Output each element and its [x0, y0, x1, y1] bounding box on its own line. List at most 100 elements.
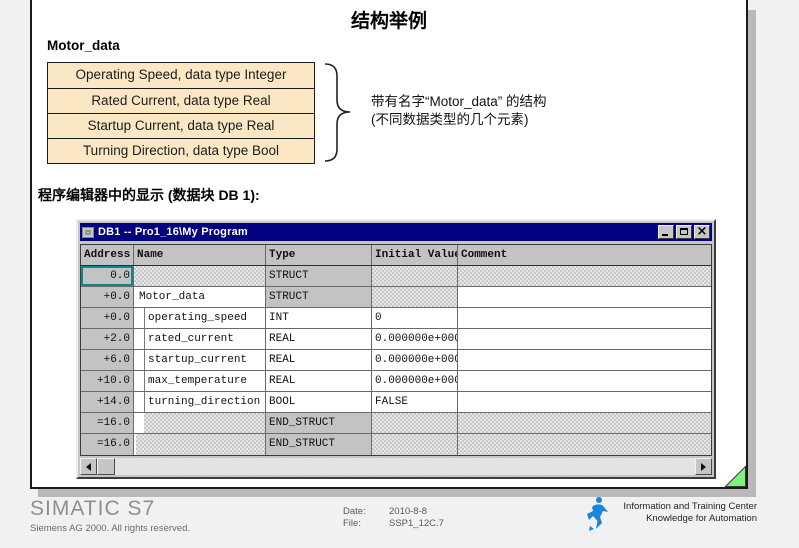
- address-cell[interactable]: 0.0: [81, 266, 134, 286]
- file-value: SSP1_12C.7: [389, 518, 444, 530]
- initial-value-cell[interactable]: 0.000000e+000: [372, 371, 458, 391]
- date-value: 2010-8-8: [389, 506, 427, 518]
- column-header-address: Address: [81, 245, 134, 265]
- initial-value-cell[interactable]: [372, 266, 458, 286]
- db-table: AddressNameTypeInitial ValueComment0.0ST…: [80, 244, 712, 456]
- annotation-line-1: 带有名字“Motor_data” 的结构: [371, 93, 547, 111]
- initial-value-cell[interactable]: 0: [372, 308, 458, 328]
- type-cell[interactable]: REAL: [266, 371, 372, 391]
- name-cell[interactable]: rated_current: [134, 329, 266, 349]
- date-label: Date:: [343, 506, 389, 518]
- org-line-1: Information and Training Center: [623, 501, 757, 513]
- name-cell[interactable]: max_temperature: [134, 371, 266, 391]
- name-cell[interactable]: Motor_data: [134, 287, 266, 307]
- column-header-initial-value: Initial Value: [372, 245, 458, 265]
- type-cell[interactable]: END_STRUCT: [266, 434, 372, 455]
- comment-cell[interactable]: [458, 434, 711, 455]
- comment-cell[interactable]: [458, 371, 711, 391]
- type-cell[interactable]: REAL: [266, 350, 372, 370]
- type-cell[interactable]: STRUCT: [266, 287, 372, 307]
- copyright-text: Siemens AG 2000. All rights reserved.: [30, 523, 190, 534]
- window-titlebar[interactable]: DB1 -- Pro1_16\My Program: [80, 223, 712, 241]
- org-text: Information and Training Center Knowledg…: [623, 501, 757, 524]
- type-cell[interactable]: BOOL: [266, 392, 372, 412]
- date-file-block: Date: 2010-8-8 File: SSP1_12C.7: [343, 506, 444, 529]
- address-cell[interactable]: =16.0: [81, 434, 134, 455]
- slide: 结构举例 Motor_data Operating Speed, data ty…: [30, 0, 748, 489]
- table-row[interactable]: =16.0 END_STRUCT: [81, 434, 711, 455]
- name-cell[interactable]: [134, 266, 266, 286]
- initial-value-cell[interactable]: FALSE: [372, 392, 458, 412]
- table-row[interactable]: +14.0turning_directionBOOLFALSE: [81, 392, 711, 413]
- close-icon[interactable]: [694, 225, 710, 239]
- name-cell[interactable]: operating_speed: [134, 308, 266, 328]
- address-cell[interactable]: =16.0: [81, 413, 134, 433]
- comment-cell[interactable]: [458, 266, 711, 286]
- table-row[interactable]: +10.0max_temperatureREAL0.000000e+000: [81, 371, 711, 392]
- comment-cell[interactable]: [458, 392, 711, 412]
- slide-corner-fold: [725, 466, 746, 487]
- scrollbar-thumb[interactable]: [97, 458, 115, 475]
- db-editor-window: DB1 -- Pro1_16\My Program AddressNameTyp…: [76, 219, 716, 479]
- struct-element-0: Operating Speed, data type Integer: [48, 63, 314, 88]
- struct-box: Operating Speed, data type IntegerRated …: [47, 62, 315, 164]
- table-row[interactable]: +2.0rated_currentREAL0.000000e+000: [81, 329, 711, 350]
- address-cell[interactable]: +2.0: [81, 329, 134, 349]
- type-cell[interactable]: END_STRUCT: [266, 413, 372, 433]
- comment-cell[interactable]: [458, 308, 711, 328]
- struct-name-label: Motor_data: [47, 38, 120, 53]
- annotation-line-2: (不同数据类型的几个元素): [371, 111, 547, 129]
- comment-cell[interactable]: [458, 350, 711, 370]
- table-row[interactable]: 0.0 STRUCT: [81, 266, 711, 287]
- product-name: SIMATIC S7: [30, 497, 155, 521]
- slide-title: 结构举例: [32, 6, 746, 33]
- window-title: DB1 -- Pro1_16\My Program: [98, 226, 656, 238]
- initial-value-cell[interactable]: [372, 434, 458, 455]
- comment-cell[interactable]: [458, 413, 711, 433]
- table-row[interactable]: =16.0 END_STRUCT: [81, 413, 711, 434]
- scroll-right-icon[interactable]: [695, 458, 712, 475]
- column-header-comment: Comment: [458, 245, 711, 265]
- struct-element-2: Startup Current, data type Real: [48, 113, 314, 138]
- initial-value-cell[interactable]: 0.000000e+000: [372, 329, 458, 349]
- struct-element-3: Turning Direction, data type Bool: [48, 138, 314, 163]
- name-cell[interactable]: [134, 434, 266, 455]
- table-row[interactable]: +0.0operating_speedINT0: [81, 308, 711, 329]
- hatch-pattern: [134, 266, 265, 286]
- db-block-icon: [82, 227, 94, 238]
- comment-cell[interactable]: [458, 329, 711, 349]
- column-header-type: Type: [266, 245, 372, 265]
- org-line-2: Knowledge for Automation: [623, 513, 757, 525]
- name-cell[interactable]: startup_current: [134, 350, 266, 370]
- column-header-name: Name: [134, 245, 266, 265]
- type-cell[interactable]: INT: [266, 308, 372, 328]
- address-cell[interactable]: +14.0: [81, 392, 134, 412]
- address-cell[interactable]: +0.0: [81, 287, 134, 307]
- minimize-icon[interactable]: [658, 225, 674, 239]
- type-cell[interactable]: STRUCT: [266, 266, 372, 286]
- comment-cell[interactable]: [458, 287, 711, 307]
- table-row[interactable]: +0.0Motor_dataSTRUCT: [81, 287, 711, 308]
- scroll-left-icon[interactable]: [80, 458, 97, 475]
- table-header-row: AddressNameTypeInitial ValueComment: [81, 245, 711, 266]
- address-cell[interactable]: +0.0: [81, 308, 134, 328]
- address-cell[interactable]: +10.0: [81, 371, 134, 391]
- struct-annotation: 带有名字“Motor_data” 的结构 (不同数据类型的几个元素): [371, 93, 547, 129]
- struct-element-1: Rated Current, data type Real: [48, 88, 314, 113]
- initial-value-cell[interactable]: [372, 287, 458, 307]
- page-background: 结构举例 Motor_data Operating Speed, data ty…: [0, 0, 799, 548]
- brace-icon: [323, 62, 353, 163]
- initial-value-cell[interactable]: 0.000000e+000: [372, 350, 458, 370]
- initial-value-cell[interactable]: [372, 413, 458, 433]
- type-cell[interactable]: REAL: [266, 329, 372, 349]
- training-center-logo-icon: [584, 496, 612, 532]
- scrollbar-track[interactable]: [115, 458, 695, 475]
- table-row[interactable]: +6.0startup_currentREAL0.000000e+000: [81, 350, 711, 371]
- horizontal-scrollbar[interactable]: [80, 458, 712, 475]
- name-cell[interactable]: [134, 413, 266, 433]
- name-cell[interactable]: turning_direction: [134, 392, 266, 412]
- maximize-icon[interactable]: [676, 225, 692, 239]
- hatch-pattern: [136, 434, 265, 455]
- address-cell[interactable]: +6.0: [81, 350, 134, 370]
- file-label: File:: [343, 518, 389, 530]
